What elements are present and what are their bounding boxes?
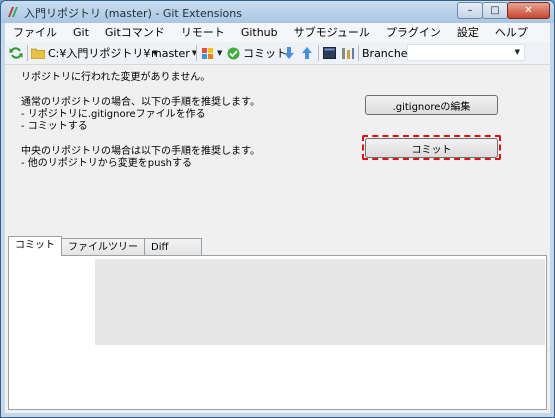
push-button[interactable] [301, 45, 313, 61]
menu-remote[interactable]: リモート [173, 23, 233, 42]
tab-diff[interactable]: Diff [144, 238, 202, 256]
commit-toolbar-button[interactable]: コミット [227, 45, 287, 61]
pull-button[interactable] [283, 45, 295, 61]
folder-icon [31, 48, 45, 59]
menu-git[interactable]: Git [65, 23, 97, 42]
no-changes-message: リポジトリに行われた変更がありません。 [21, 72, 211, 83]
refresh-icon [9, 47, 23, 59]
central-repo-heading: 中央のリポジトリの場合は以下の手順を推奨します。 [21, 146, 260, 157]
menu-plugins[interactable]: プラグイン [378, 23, 449, 42]
branches-filter-combo[interactable]: ▼ [407, 44, 525, 61]
maximize-button[interactable]: □ [482, 2, 508, 19]
menu-help[interactable]: ヘルプ [487, 23, 536, 42]
git-extensions-app-icon [8, 7, 18, 17]
menu-file[interactable]: ファイル [5, 23, 65, 42]
menu-git-commands[interactable]: Gitコマンド [97, 23, 173, 42]
stash-icon [202, 48, 213, 59]
app-window: 入門リポジトリ (master) - Git Extensions – □ ✕ … [0, 0, 555, 418]
current-branch: master [151, 46, 190, 60]
repository-path: C:¥入門リポジトリ¥ [48, 47, 151, 60]
menu-github[interactable]: Github [233, 23, 286, 42]
main-content: リポジトリに行われた変更がありません。 通常のリポジトリの場合、以下の手順を推奨… [5, 65, 550, 237]
commit-tab-panel [8, 255, 547, 410]
normal-repo-step-1: - リポジトリに.gitignoreファイルを作る [21, 109, 206, 120]
central-repo-step-1: - 他のリポジトリから変更をpushする [21, 158, 193, 169]
tab-strip: コミット ファイルツリー Diff [8, 236, 202, 256]
console-icon [323, 47, 336, 59]
menu-submodules[interactable]: サブモジュール [286, 23, 378, 42]
title-bar: 入門リポジトリ (master) - Git Extensions – □ ✕ [1, 1, 554, 23]
menu-bar: ファイル Git Gitコマンド リモート Github サブモジュール プラグ… [5, 23, 550, 42]
menu-settings[interactable]: 設定 [449, 23, 487, 42]
commit-check-icon [227, 47, 240, 59]
settings-button[interactable] [341, 45, 355, 61]
settings-icon [342, 47, 354, 59]
client-area: ファイル Git Gitコマンド リモート Github サブモジュール プラグ… [5, 23, 550, 413]
push-icon [302, 47, 312, 59]
edit-gitignore-button[interactable]: .gitignoreの編集 [365, 95, 498, 115]
tab-commits[interactable]: コミット [8, 236, 62, 256]
window-title: 入門リポジトリ (master) - Git Extensions [24, 7, 242, 20]
minimize-button[interactable]: – [457, 2, 483, 19]
repository-dropdown[interactable]: C:¥入門リポジトリ¥ ▼ [31, 45, 158, 61]
commit-button[interactable]: コミット [365, 138, 498, 158]
refresh-button[interactable] [9, 45, 23, 61]
close-button[interactable]: ✕ [507, 2, 550, 19]
stash-dropdown[interactable]: ▼ [201, 45, 222, 61]
branch-dropdown[interactable]: master ▼ [151, 45, 197, 61]
toolbar: C:¥入門リポジトリ¥ ▼ master ▼ ▼ コミット Branches: … [5, 42, 550, 65]
normal-repo-step-2: - コミットする [21, 121, 88, 132]
commit-info-area [95, 259, 545, 345]
commit-toolbar-label: コミット [243, 47, 287, 60]
pull-icon [284, 47, 294, 59]
normal-repo-heading: 通常のリポジトリの場合、以下の手順を推奨します。 [21, 97, 260, 108]
tab-file-tree[interactable]: ファイルツリー [61, 238, 145, 256]
console-button[interactable] [323, 45, 336, 61]
